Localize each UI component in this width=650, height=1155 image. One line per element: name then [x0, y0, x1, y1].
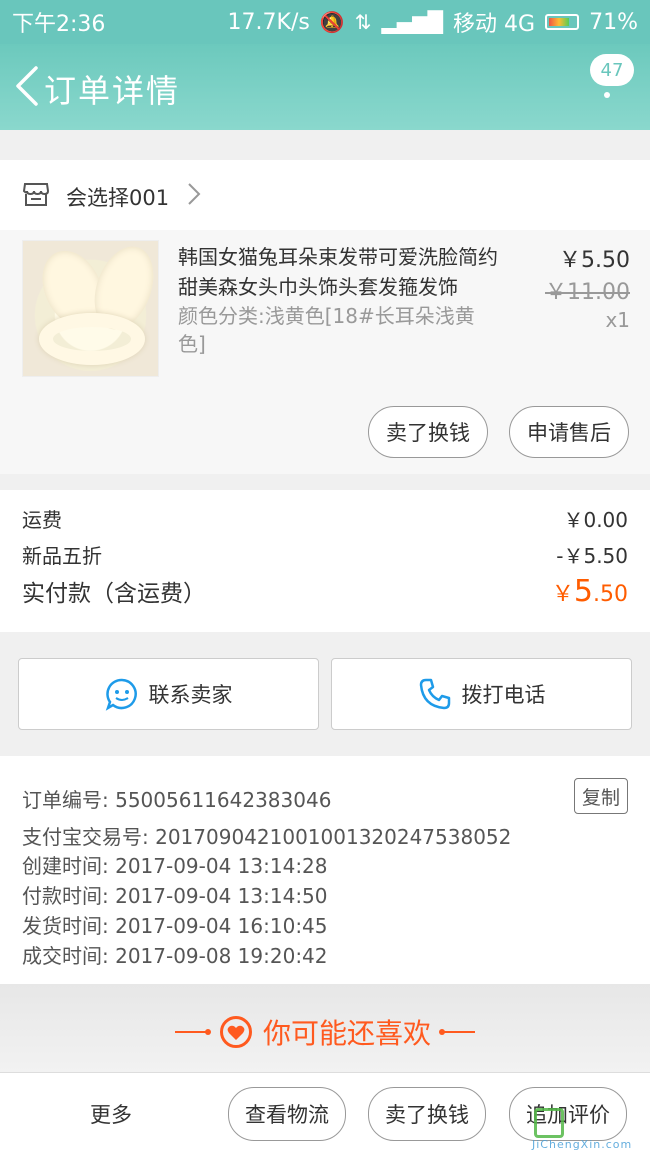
data-transfer-icon: ⇅: [354, 10, 372, 34]
product-quantity: x1: [605, 308, 630, 332]
discount-label: 新品五折: [22, 544, 102, 568]
shipped-time: 发货时间: 2017-09-04 16:10:45: [22, 914, 328, 938]
back-arrow-icon[interactable]: [12, 64, 42, 108]
network-speed: 17.7K/s: [227, 9, 310, 35]
battery-percent: 71%: [589, 9, 638, 35]
signal-icon: ▂▄▆█: [381, 10, 444, 34]
copy-button[interactable]: 复制: [574, 778, 628, 814]
watermark-icon: [534, 1108, 564, 1138]
chevron-right-icon: [188, 183, 201, 205]
phone-icon: [419, 678, 450, 710]
recommend-section: 你可能还喜欢: [0, 984, 650, 1074]
contact-section: 联系卖家 拨打电话: [0, 648, 650, 740]
total-currency: ￥: [551, 582, 574, 607]
recommend-title: 你可能还喜欢: [262, 1017, 431, 1050]
product-price: ￥5.50: [559, 248, 630, 273]
watermark-logo: JiChengXin.com: [532, 1104, 650, 1155]
heart-icon: [219, 1016, 252, 1048]
call-phone-button[interactable]: 拨打电话: [331, 658, 632, 730]
mute-icon: 🔕: [319, 10, 345, 34]
battery-icon: [545, 14, 580, 30]
product-item[interactable]: 韩国女猫兔耳朵束发带可爱洗脸简约甜美森女头巾头饰头套发箍发饰 颜色分类:浅黄色[…: [0, 230, 650, 474]
shipping-row: 运费 ￥0.00: [22, 504, 628, 533]
paid-time: 付款时间: 2017-09-04 13:14:50: [22, 884, 328, 908]
total-integer: 5: [573, 574, 593, 609]
chat-bubble-icon: [105, 678, 137, 711]
discount-value: -￥5.50: [556, 544, 628, 568]
carrier: 移动 4G: [453, 12, 536, 37]
total-label: 实付款（含运费）: [22, 581, 206, 607]
page-title: 订单详情: [44, 72, 181, 110]
created-time: 创建时间: 2017-09-04 13:14:28: [22, 854, 328, 878]
total-row: 实付款（含运费） ￥5.50: [22, 574, 628, 609]
status-bar: 下午2:36 17.7K/s 🔕 ⇅ ▂▄▆█ 移动 4G 71%: [0, 0, 650, 44]
nav-bar: 订单详情 47: [0, 44, 650, 130]
call-phone-label: 拨打电话: [461, 683, 546, 707]
sell-for-cash-button[interactable]: 卖了换钱: [368, 406, 488, 458]
shipping-value: ￥0.00: [563, 508, 628, 532]
order-number: 订单编号: 55005611642383046: [22, 788, 332, 812]
product-sku: 颜色分类:浅黄色[18#长耳朵浅黄色]: [178, 304, 475, 356]
discount-row: 新品五折 -￥5.50: [22, 540, 628, 569]
status-right: 17.7K/s 🔕 ⇅ ▂▄▆█ 移动 4G 71%: [228, 6, 638, 38]
total-value: ￥5.50: [552, 574, 628, 609]
view-logistics-button[interactable]: 查看物流: [228, 1087, 346, 1141]
divider-right: [439, 1029, 475, 1035]
shop-name: 会选择001: [66, 186, 170, 210]
alipay-trade-number: 支付宝交易号: 2017090421001001320247538052: [22, 825, 512, 849]
after-sale-button[interactable]: 申请售后: [509, 406, 629, 458]
more-menu-icon[interactable]: [598, 70, 616, 106]
product-image[interactable]: [22, 240, 159, 377]
divider-left: [174, 1029, 211, 1035]
watermark-text: JiChengXin.com: [532, 1138, 633, 1151]
fee-summary: 运费 ￥0.00 新品五折 -￥5.50 实付款（含运费） ￥5.50: [0, 490, 650, 632]
completed-time: 成交时间: 2017-09-08 19:20:42: [22, 944, 328, 968]
contact-seller-label: 联系卖家: [148, 683, 233, 707]
order-info: 订单编号: 55005611642383046 复制 支付宝交易号: 20170…: [0, 756, 650, 984]
total-decimal: .50: [593, 582, 628, 607]
store-icon: [22, 183, 50, 206]
shop-row[interactable]: 会选择001: [0, 160, 650, 230]
more-link[interactable]: 更多: [90, 1099, 132, 1129]
contact-seller-button[interactable]: 联系卖家: [18, 658, 319, 730]
sell-for-cash-bottom-button[interactable]: 卖了换钱: [368, 1087, 486, 1141]
product-original-price: ￥11.00: [545, 280, 630, 305]
shipping-label: 运费: [22, 508, 62, 532]
status-time: 下午2:36: [12, 12, 106, 37]
product-title: 韩国女猫兔耳朵束发带可爱洗脸简约甜美森女头巾头饰头套发箍发饰: [178, 245, 498, 299]
recommend-header: 你可能还喜欢: [0, 1012, 650, 1052]
